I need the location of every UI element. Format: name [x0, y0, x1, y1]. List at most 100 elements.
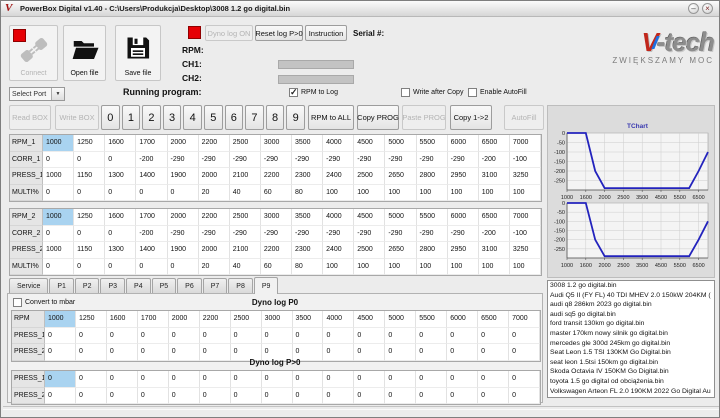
table-cell[interactable]: 1700 [136, 209, 168, 226]
table-cell[interactable]: 4500 [354, 209, 386, 226]
table-cell[interactable]: -290 [447, 151, 479, 168]
table-cell[interactable]: 2400 [323, 242, 355, 259]
table-cell[interactable]: -290 [416, 225, 448, 242]
copy-1-2-button[interactable]: Copy 1->2 [450, 105, 492, 130]
table-cell[interactable]: 2000 [167, 209, 199, 226]
table-cell[interactable]: 0 [105, 184, 137, 201]
table-cell[interactable]: 2100 [229, 168, 261, 185]
table-cell[interactable]: 5000 [385, 209, 417, 226]
table-cell[interactable]: 0 [478, 387, 510, 404]
table-cell[interactable]: 100 [447, 258, 479, 275]
rpm-to-log-checkbox[interactable] [289, 88, 298, 97]
program-button-3[interactable]: 3 [162, 105, 182, 130]
table-cell[interactable]: 6000 [447, 135, 479, 152]
table-cell[interactable]: 0 [199, 327, 231, 344]
table-cell[interactable]: -290 [198, 151, 230, 168]
file-list-item[interactable]: ford transit 130km go digital.bin [548, 319, 714, 329]
table-cell[interactable]: 0 [45, 387, 76, 404]
paste-prog-button[interactable]: Paste PROG [402, 105, 446, 130]
table-cell[interactable]: 0 [416, 387, 448, 404]
table-cell[interactable]: 0 [292, 371, 324, 388]
table-cell[interactable]: 0 [74, 225, 106, 242]
table-cell[interactable]: 0 [167, 258, 199, 275]
table-cell[interactable]: 1700 [137, 311, 169, 328]
autofill-button[interactable]: AutoFill [504, 105, 544, 130]
tab-p2[interactable]: P2 [74, 278, 100, 293]
table-cell[interactable]: 1000 [43, 242, 75, 259]
table-cell[interactable]: 3500 [292, 311, 324, 328]
tab-p7[interactable]: P7 [202, 278, 228, 293]
table-cell[interactable]: 3000 [261, 311, 293, 328]
tab-p1[interactable]: P1 [49, 278, 74, 293]
save-file-button[interactable]: Save file [115, 25, 161, 81]
table-cell[interactable]: 1000 [43, 135, 75, 152]
table-cell[interactable]: 0 [106, 327, 138, 344]
table-cell[interactable]: -200 [136, 225, 168, 242]
tab-p6[interactable]: P6 [177, 278, 202, 293]
table-cell[interactable]: 20 [198, 184, 230, 201]
table-cell[interactable]: 0 [105, 225, 137, 242]
table-cell[interactable]: -200 [478, 225, 510, 242]
table-cell[interactable]: 2000 [198, 242, 230, 259]
rpm-to-log-option[interactable]: RPM to Log [289, 88, 338, 97]
table-cell[interactable]: 0 [74, 258, 106, 275]
table-cell[interactable]: 0 [75, 327, 107, 344]
table-cell[interactable]: 0 [45, 327, 76, 344]
table-cell[interactable]: -200 [136, 151, 168, 168]
table-cell[interactable]: 3250 [509, 168, 541, 185]
table-cell[interactable]: 0 [75, 387, 107, 404]
table-cell[interactable]: 2800 [416, 168, 448, 185]
table-cell[interactable]: 1250 [74, 209, 106, 226]
program-button-8[interactable]: 8 [265, 105, 285, 130]
table-cell[interactable]: 1300 [105, 168, 137, 185]
table-cell[interactable]: 80 [292, 184, 324, 201]
table-cell[interactable]: 2800 [416, 242, 448, 259]
table-cell[interactable]: 1300 [105, 242, 137, 259]
table-cell[interactable]: 0 [354, 387, 386, 404]
convert-to-mbar-option[interactable]: Convert to mbar [13, 298, 75, 307]
table-cell[interactable]: 0 [43, 225, 75, 242]
file-list[interactable]: 3008 1.2 go digital.bin Audi Q5 II (FY FL… [547, 280, 715, 398]
table-cell[interactable]: 0 [261, 327, 293, 344]
table-cell[interactable]: -290 [167, 151, 199, 168]
file-list-item[interactable]: Seat Leon 1.5 TSI 130KM Go Digital.bin [548, 348, 714, 358]
program-button-7[interactable]: 7 [245, 105, 264, 130]
table-cell[interactable]: 60 [260, 258, 292, 275]
table-cell[interactable]: 0 [509, 387, 540, 404]
table-cell[interactable]: 1000 [45, 311, 76, 328]
table-cell[interactable]: 2500 [354, 168, 386, 185]
table-cell[interactable]: 0 [168, 387, 200, 404]
table-cell[interactable]: -290 [354, 225, 386, 242]
table-cell[interactable]: 40 [229, 258, 261, 275]
table-cell[interactable]: 0 [167, 184, 199, 201]
table-cell[interactable]: -290 [292, 151, 324, 168]
rpm-to-all-button[interactable]: RPM to ALL [308, 105, 354, 130]
table-cell[interactable]: 0 [75, 371, 107, 388]
table-cell[interactable]: 1900 [167, 168, 199, 185]
program-button-5[interactable]: 5 [203, 105, 223, 130]
table-cell[interactable]: 2500 [354, 242, 386, 259]
table-cell[interactable]: 0 [74, 184, 106, 201]
table-cell[interactable]: 5000 [385, 135, 417, 152]
table-cell[interactable]: 5000 [385, 311, 417, 328]
table-cell[interactable]: -100 [509, 225, 541, 242]
table-cell[interactable]: 2500 [229, 135, 261, 152]
table-cell[interactable]: 100 [478, 258, 510, 275]
file-list-item[interactable]: Skoda Octavia IV 150KM Go Digital.bin [548, 367, 714, 377]
table-cell[interactable]: 2950 [447, 242, 479, 259]
file-list-item[interactable]: audi q8 286km 2023 go digital.bin [548, 300, 714, 310]
table-cell[interactable]: -290 [292, 225, 324, 242]
file-list-item[interactable]: 3008 1.2 go digital.bin [548, 281, 714, 291]
table-cell[interactable]: 0 [230, 371, 262, 388]
dyno-log-button[interactable]: Dyno log ON [205, 25, 253, 41]
tab-p4[interactable]: P4 [126, 278, 151, 293]
table-cell[interactable]: 6500 [478, 135, 510, 152]
table-cell[interactable]: 4000 [323, 209, 355, 226]
table-cell[interactable]: 40 [229, 184, 261, 201]
table-cell[interactable]: 0 [509, 327, 540, 344]
table-cell[interactable]: 100 [416, 184, 448, 201]
table-cell[interactable]: -290 [198, 225, 230, 242]
table-cell[interactable]: 0 [416, 327, 448, 344]
table-cell[interactable]: 0 [105, 151, 137, 168]
file-list-item[interactable]: mercedes gle 300d 245km go digital.bin [548, 339, 714, 349]
